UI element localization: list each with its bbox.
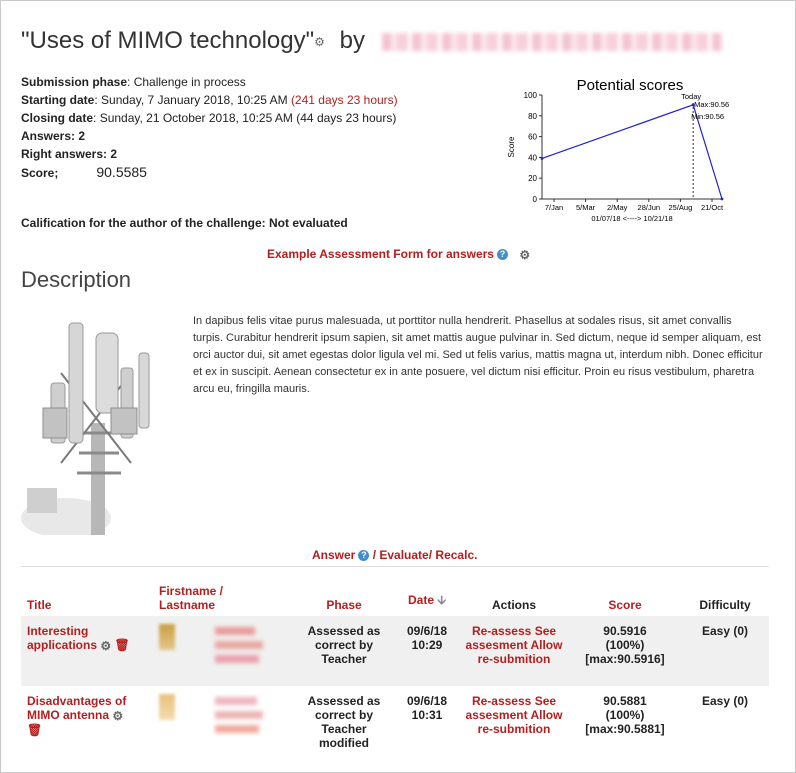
table-header-row: Title Firstname / Lastname Phase Date 🡫 A… [21,567,769,616]
col-difficulty: Difficulty [699,598,751,612]
min-label: Min:90.56 [691,112,724,121]
x-tick-label: 5/Mar [576,203,596,212]
y-tick-label: 80 [528,112,537,121]
reassess-link[interactable]: Re-assess [472,624,531,638]
x-tick-label: 21/Oct [701,203,724,212]
x-tick-label: 25/Aug [669,203,693,212]
col-actions: Actions [491,598,536,612]
y-tick-label: 0 [533,195,538,204]
y-tick-label: 40 [528,153,537,162]
author-name-blurred[interactable] [381,32,722,51]
help-icon[interactable]: ? [358,550,370,562]
by-label: by [339,27,365,54]
phase-line: Submission phase: Challenge in process [21,75,246,89]
sort-down-arrow-icon[interactable]: 🡫 [437,593,446,607]
start-date-line: Starting date: Sunday, 7 January 2018, 1… [21,93,398,107]
score-value: 90.5585 [96,164,147,180]
row-title-cell: Interesting applications ⚙ 🗑 [21,616,153,686]
closing-date-line: Closing date: Sunday, 21 October 2018, 1… [21,111,397,125]
score-point [540,157,544,160]
gear-icon[interactable]: ⚙ [112,709,123,723]
row-actions: Re-assess See assesment Allow re-submiti… [459,686,569,758]
row-date: 09/6/18 10:31 [406,694,448,722]
col-phase[interactable]: Phase [293,567,395,616]
user-name-blurred[interactable] [215,624,263,669]
challenge-title: "Uses of MIMO technology" [21,27,315,54]
cell-tower-image [21,313,186,535]
row-phase: Assessed as correct by Teacher modified [307,694,381,750]
description-text: In dapibus felis vitae purus malesuada, … [193,315,763,395]
avatar[interactable] [159,624,175,650]
recalc-link[interactable]: Recalc. [435,548,477,562]
row-name-cell [153,686,293,758]
col-score[interactable]: Score [569,567,681,616]
x-tick-label: 28/Jun [638,203,661,212]
calification-text: Calification for the author of the chall… [21,216,348,230]
reassess-link[interactable]: Re-assess [472,694,531,708]
row-actions: Re-assess See assesment Allow re-submiti… [459,616,569,686]
answer-link[interactable]: Answer [312,548,355,562]
row-difficulty: Easy (0) [701,694,749,708]
answers-line: Answers: 2 [21,129,86,143]
trash-icon[interactable]: 🗑 [27,723,42,737]
chart-title: Potential scores [577,77,684,94]
page-title-row: "Uses of MIMO technology"⚙ by [21,27,722,55]
submission-info: Submission phase: Challenge in process S… [21,73,398,182]
y-tick-label: 100 [524,91,538,100]
x-tick-label: 7/Jan [545,203,563,212]
score-line: Score; 90.5585 [21,164,147,180]
row-score: 90.5881 (100%) [max:90.5881] [585,694,665,736]
col-title[interactable]: Title [21,567,153,616]
y-tick-label: 60 [528,133,537,142]
help-icon[interactable]: ? [496,249,508,261]
description-heading: Description [21,267,132,292]
score-point [720,197,724,201]
row-difficulty: Easy (0) [681,616,769,686]
user-name-blurred[interactable] [215,694,263,739]
avatar[interactable] [159,694,175,720]
row-name-cell [153,616,293,686]
row-score: 90.5916 (100%) [max:90.5916] [569,616,681,686]
row-title-cell: Disadvantages of MIMO antenna ⚙ 🗑 [21,686,153,758]
col-name[interactable]: Firstname / Lastname [153,567,293,616]
answers-table-wrap: Title Firstname / Lastname Phase Date 🡫 A… [21,566,769,758]
y-tick-label: 20 [528,174,537,183]
gear-icon[interactable]: ⚙ [100,639,111,653]
answers-table: Title Firstname / Lastname Phase Date 🡫 A… [21,567,769,758]
assessment-form-link[interactable]: Example Assessment Form for answers [267,247,494,261]
row-phase: Assessed as correct by Teacher [293,616,395,686]
max-label: Max:90.56 [694,100,729,109]
y-axis-label: Score [507,136,516,157]
assessment-form-link-row: Example Assessment Form for answers? ⚙ [267,247,530,262]
evaluate-link[interactable]: / Evaluate/ [373,548,432,562]
x-tick-label: 2/May [607,203,628,212]
start-date-remaining: (241 days 23 hours) [290,93,398,107]
trash-icon[interactable]: 🗑 [114,638,129,652]
potential-scores-chart: Potential scores 0 20 40 60 80 100 7/Jan 5/Mar 2/… [507,77,729,223]
x-axis-label: 01/07/18 <----> 10/21/18 [591,214,672,223]
right-answers-line: Right answers: 2 [21,147,118,161]
gear-icon[interactable]: ⚙ [314,35,325,49]
row-date: 09/6/18 10:29 [395,616,459,686]
action-links-row: Answer? / Evaluate/ Recalc. [312,548,477,562]
col-date[interactable]: Date 🡫 [395,567,459,616]
table-row: Interesting applications ⚙ 🗑 Assessed as… [21,616,769,686]
gear-icon[interactable]: ⚙ [519,248,530,262]
table-row: Disadvantages of MIMO antenna ⚙ 🗑 Assess… [21,686,769,758]
answer-title-link[interactable]: Interesting applications [27,624,97,652]
